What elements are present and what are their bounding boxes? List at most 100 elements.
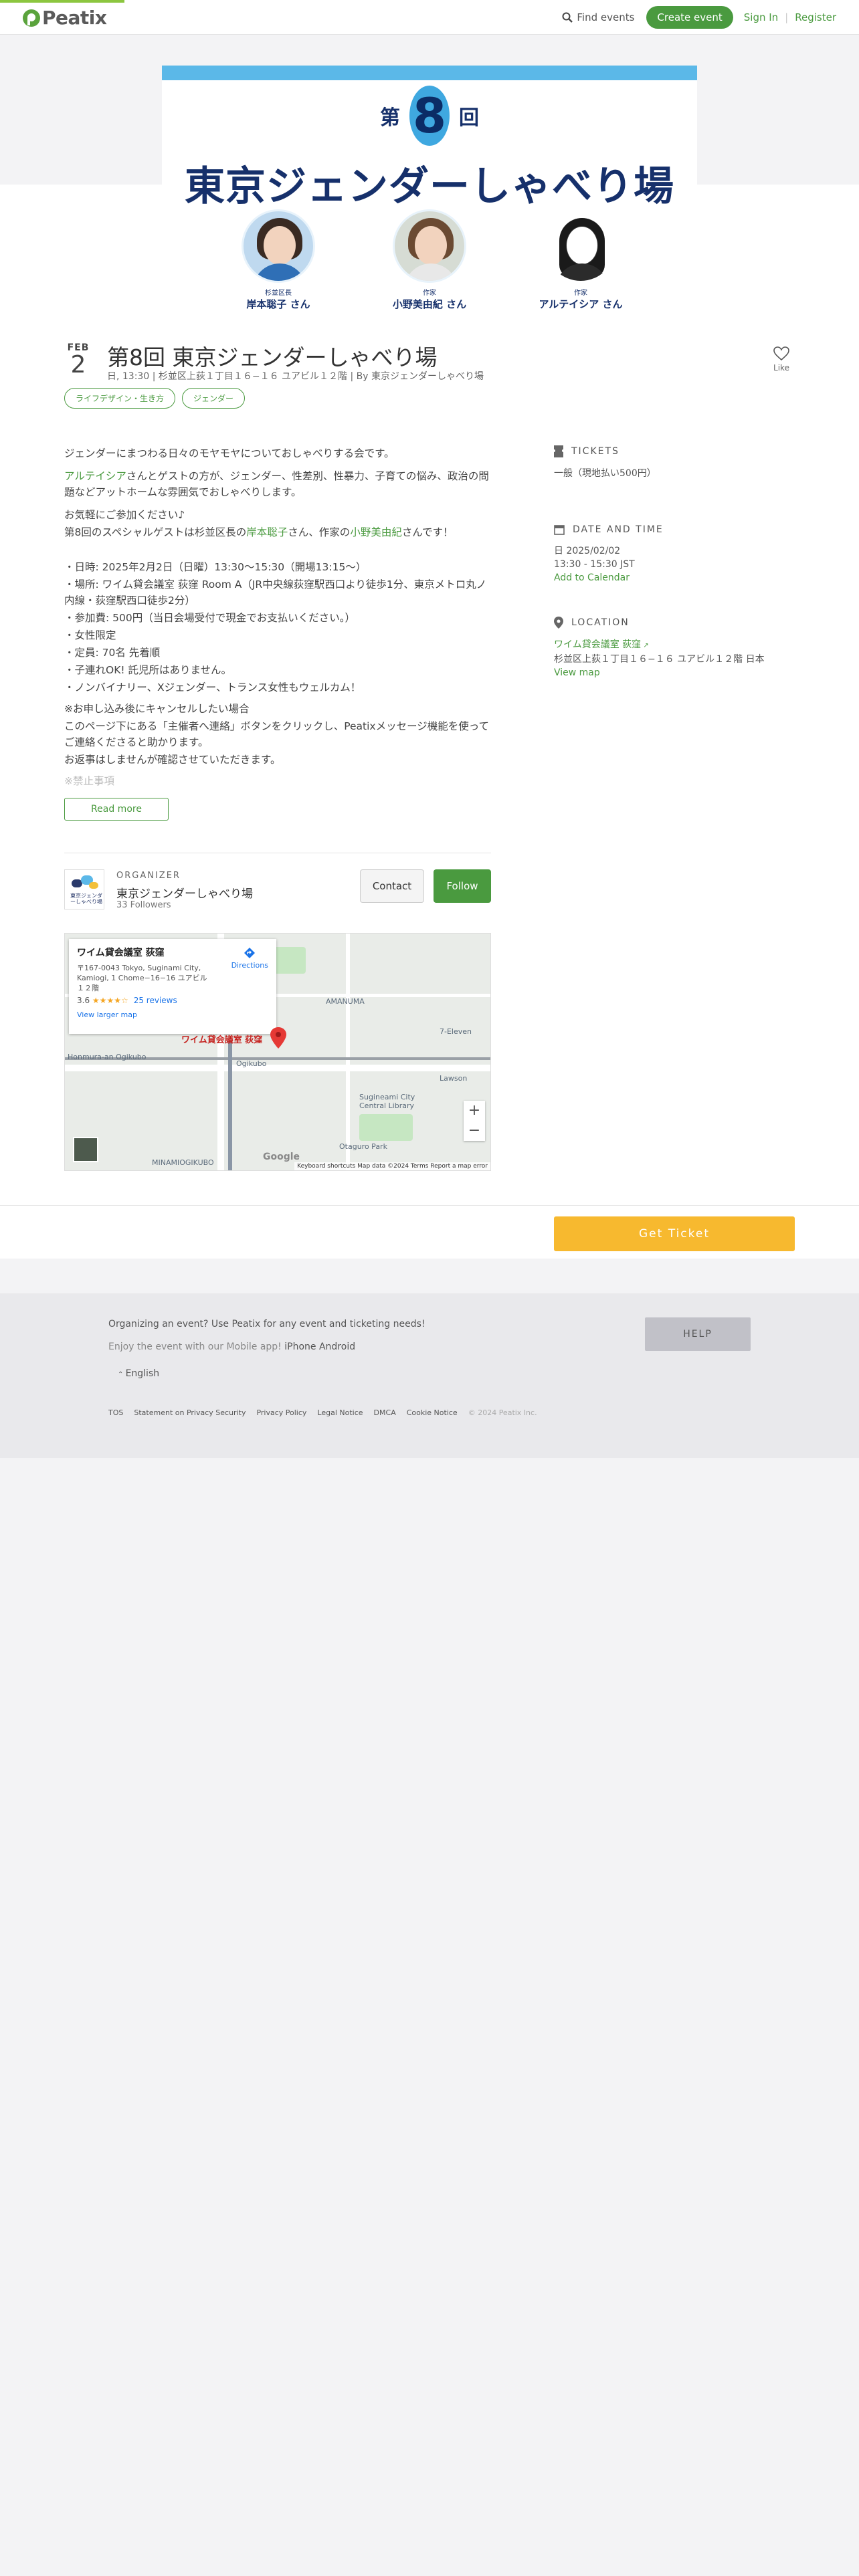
legal-notice-link[interactable]: Legal Notice [317,1408,363,1417]
place-info-card: ワイム貸会議室 荻窪 〒167-0043 Tokyo, Suginami Cit… [69,939,276,1034]
tag-lifedesign[interactable]: ライフデザイン・生き方 [64,388,176,409]
map-label: Lawson [440,1074,468,1083]
peatix-logo-icon [23,9,40,27]
read-more-button[interactable]: Read more [64,798,169,821]
view-larger-map-link[interactable]: View larger map [77,1010,268,1019]
contact-button[interactable]: Contact [360,869,424,903]
desc-line: 第8回のスペシャルゲストは杉並区長の岸本聡子さん、作家の小野美由紀さんです！ [64,524,491,540]
ono-link[interactable]: 小野美由紀 [350,526,402,538]
desc-line: アルテイシアさんとゲストの方が、ジェンダー、性差別、性暴力、子育ての悩み、政治の… [64,468,491,500]
zoom-out-button[interactable]: − [464,1121,485,1141]
datetime-section: DATE AND TIME 日 2025/02/02 13:30 - 15:30… [554,524,795,584]
tag-gender[interactable]: ジェンダー [182,388,246,409]
tickets-heading: TICKETS [554,445,795,457]
language-selector[interactable]: ⌃ English [118,1368,159,1379]
privacy-policy-link[interactable]: Privacy Policy [256,1408,306,1417]
follow-button[interactable]: Follow [434,869,491,903]
banner-title: 東京ジェンダーしゃべり場 [185,163,674,210]
tickets-section: TICKETS 一般（現地払い500円） [554,445,795,480]
datetime-heading: DATE AND TIME [554,524,795,535]
language-label: English [125,1368,160,1379]
peatix-logo[interactable]: Peatix [23,7,107,29]
calendar-icon [554,525,565,535]
location-heading: LOCATION [554,617,795,629]
sign-in-link[interactable]: Sign In [744,11,778,23]
event-tags: ライフデザイン・生き方 ジェンダー [64,388,246,409]
event-meta: 日, 13:30 | 杉並区上荻１丁目１６−１６ ユアビル１２階 | By 東京… [107,371,484,382]
map-label: AMANUMA [326,997,365,1006]
view-map-link[interactable]: View map [554,667,600,678]
external-link-icon: ↗ [641,642,649,649]
map-footer[interactable]: Keyboard shortcuts Map data ©2024 Terms … [294,1162,490,1170]
map-road [346,934,350,1170]
desc-line: ジェンダーにまつわる日々のモヤモヤについておしゃべりする会です。 [64,447,395,459]
desc-text: さんとゲストの方が、ジェンダー、性差別、性暴力、子育ての悩み、政治の問題などアッ… [64,470,489,498]
map-label: Otaguro Park [339,1142,387,1151]
detail-line: ・女性限定 [64,629,116,641]
location-map[interactable]: ワイム貸会議室 荻窪 〒167-0043 Tokyo, Suginami Cit… [64,933,491,1171]
event-title: 第8回 東京ジェンダーしゃべり場 [107,344,438,370]
add-to-calendar-link[interactable]: Add to Calendar [554,572,630,583]
directions-icon [244,948,256,958]
desc-text: さん、作家の [288,526,351,538]
venue-link[interactable]: ワイム貸会議室 荻窪 [554,639,641,650]
map-pin-icon[interactable] [270,1027,286,1049]
footer-mobile: Enjoy the event with our Mobile app! iPh… [108,1341,355,1352]
kishimoto-link[interactable]: 岸本聡子 [246,526,288,538]
guest-name: 岸本聡子 さん [246,298,310,310]
desc-text: さんです！ [401,526,454,538]
header-nav: Find events Create event Sign In | Regis… [562,6,836,29]
directions-label: Directions [231,961,268,970]
zoom-in-button[interactable]: + [464,1101,485,1121]
desc-line: お気軽にご参加ください♪ [64,509,185,521]
map-label: Sugineami City Central Library [359,1093,415,1110]
guest-photo [393,209,466,283]
help-button[interactable]: HELP [645,1317,751,1351]
site-footer: Organizing an event? Use Peatix for any … [0,1293,859,1458]
directions-button[interactable]: Directions [231,947,268,970]
footer-links: TOS Statement on Privacy Security Privac… [108,1408,537,1417]
altesia-link[interactable]: アルテイシア [64,470,126,482]
map-label: 7-Eleven [440,1027,472,1036]
organizer-name[interactable]: 東京ジェンダーしゃべり場 [116,884,253,901]
rating-value: 3.6 [77,996,90,1005]
detail-line: ・ノンバイナリー、Xジェンダー、トランス女性もウェルカム！ [64,681,361,693]
create-event-button[interactable]: Create event [646,6,733,29]
cancel-line: ※お申し込み後にキャンセルしたい場合 [64,703,250,715]
venue-address: 杉並区上荻１丁目１６−１６ ユアビル１２階 日本 [554,654,765,665]
tos-link[interactable]: TOS [108,1408,123,1417]
guest-role: 作家 [574,290,587,297]
organizer-logo[interactable]: 東京ジェンダーしゃべり場 [64,869,104,909]
event-time: 13:30 - 15:30 JST [554,559,635,570]
ticket-icon [554,445,563,457]
guest-name: 小野美由紀 さん [392,298,467,310]
ticket-type: 一般（現地払い500円） [554,468,656,479]
get-ticket-button[interactable]: Get Ticket [554,1216,795,1251]
location-heading-label: LOCATION [571,617,630,628]
datetime-body: 日 2025/02/02 13:30 - 15:30 JST Add to Ca… [554,544,795,584]
reviews-link[interactable]: 25 reviews [134,996,177,1005]
like-button[interactable]: Like [768,346,795,372]
logo-text: Peatix [42,7,107,29]
banner-stripe [162,66,697,80]
detail-line: ・子連れOK! 託児所はありません。 [64,664,232,676]
dmca-link[interactable]: DMCA [374,1408,396,1417]
guest-1: 杉並区長 岸本聡子 さん [235,209,322,311]
event-date: 日 2025/02/02 [554,546,621,556]
find-events-link[interactable]: Find events [562,11,634,23]
organizer-label: ORGANIZER [116,871,181,881]
heart-icon [773,346,789,361]
guest-role: 杉並区長 [265,290,292,297]
detail-line: ・日時: 2025年2月2日（日曜）13:30〜15:30（開場13:15〜） [64,561,367,573]
guest-photo [544,209,617,283]
organizer-followers: 33 Followers [116,900,171,910]
desc-text: 第8回のスペシャルゲストは杉並区長の [64,526,247,538]
privacy-security-link[interactable]: Statement on Privacy Security [134,1408,246,1417]
cookie-notice-link[interactable]: Cookie Notice [407,1408,458,1417]
guest-2: 作家 小野美由紀 さん [386,209,473,311]
android-link[interactable]: Android [319,1341,355,1352]
map-satellite-toggle[interactable] [73,1137,98,1162]
iphone-link[interactable]: iPhone [284,1341,316,1352]
register-link[interactable]: Register [795,11,836,23]
footer-organizing: Organizing an event? Use Peatix for any … [108,1319,425,1329]
